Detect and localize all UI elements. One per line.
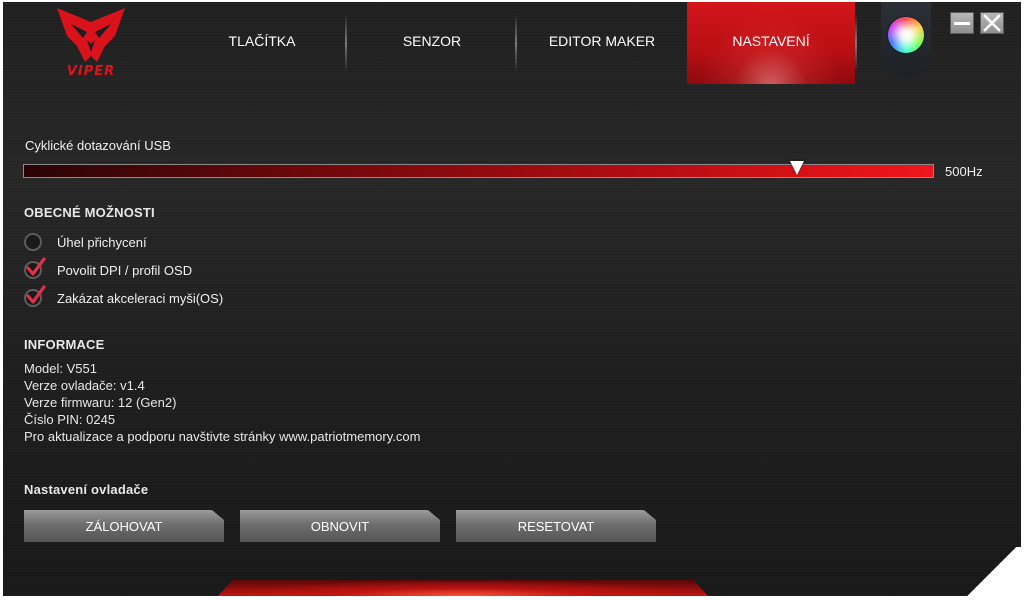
minus-icon bbox=[954, 22, 970, 25]
option-label: Zakázat akceleraci myši(OS) bbox=[57, 290, 224, 306]
restore-button[interactable]: OBNOVIT bbox=[240, 510, 440, 542]
checkbox[interactable] bbox=[24, 285, 46, 307]
tab-sensor[interactable]: SENZOR bbox=[347, 2, 517, 84]
header: VIPER TLAČÍTKA SENZOR EDITOR MAKER NASTA… bbox=[3, 2, 1021, 84]
checkbox[interactable] bbox=[24, 257, 46, 279]
usb-polling-slider[interactable] bbox=[23, 161, 934, 178]
info-model: Model: V551 bbox=[24, 361, 97, 376]
color-settings-tab[interactable] bbox=[881, 2, 931, 80]
slider-thumb[interactable] bbox=[790, 161, 804, 175]
driver-settings-title: Nastavení ovladače bbox=[24, 482, 149, 497]
viper-logo: VIPER bbox=[53, 6, 129, 80]
tab-settings[interactable]: NASTAVENÍ bbox=[687, 2, 855, 84]
viper-head-icon bbox=[57, 8, 125, 62]
reset-button[interactable]: RESETOVAT bbox=[456, 510, 656, 542]
tab-buttons[interactable]: TLAČÍTKA bbox=[177, 2, 347, 84]
info-pin-number: Číslo PIN: 0245 bbox=[24, 412, 116, 427]
info-firmware-version: Verze firmwaru: 12 (Gen2) bbox=[24, 395, 177, 410]
info-driver-version: Verze ovladače: v1.4 bbox=[24, 378, 145, 393]
tab-label: NASTAVENÍ bbox=[732, 33, 810, 49]
backup-button[interactable]: ZÁLOHOVAT bbox=[24, 510, 224, 542]
color-wheel-icon bbox=[888, 17, 924, 53]
option-snap-angle[interactable]: Úhel přichycení bbox=[23, 232, 147, 252]
option-dpi-osd[interactable]: Povolit DPI / profil OSD bbox=[23, 257, 193, 280]
info-support-text: Pro aktualizace a podporu navštivte strá… bbox=[24, 429, 421, 444]
option-disable-acceleration[interactable]: Zakázat akceleraci myši(OS) bbox=[23, 285, 224, 308]
x-icon bbox=[983, 14, 1001, 32]
tab-label: EDITOR MAKER bbox=[548, 33, 656, 49]
app-window: VIPER TLAČÍTKA SENZOR EDITOR MAKER NASTA… bbox=[3, 2, 1021, 596]
general-options-title: OBECNÉ MOŽNOSTI bbox=[24, 205, 155, 220]
tab-editor-maker[interactable]: EDITOR MAKER bbox=[517, 2, 687, 84]
checkmark-icon bbox=[26, 257, 46, 276]
tab-label: TLAČÍTKA bbox=[228, 33, 296, 49]
corner-decoration bbox=[963, 547, 1021, 596]
usb-polling-value: 500Hz bbox=[945, 164, 983, 179]
tab-label: SENZOR bbox=[402, 33, 462, 49]
option-label: Úhel přichycení bbox=[57, 234, 147, 250]
bottom-glow-decoration bbox=[218, 580, 708, 596]
tab-divider bbox=[855, 14, 857, 72]
option-label: Povolit DPI / profil OSD bbox=[57, 262, 193, 278]
close-button[interactable] bbox=[980, 12, 1004, 34]
minimize-button[interactable] bbox=[950, 12, 974, 34]
radio-circle[interactable] bbox=[24, 233, 42, 251]
information-title: INFORMACE bbox=[24, 337, 105, 352]
checkmark-icon bbox=[26, 285, 46, 304]
brand-name: VIPER bbox=[66, 64, 116, 79]
usb-polling-label: Cyklické dotazování USB bbox=[25, 138, 171, 153]
